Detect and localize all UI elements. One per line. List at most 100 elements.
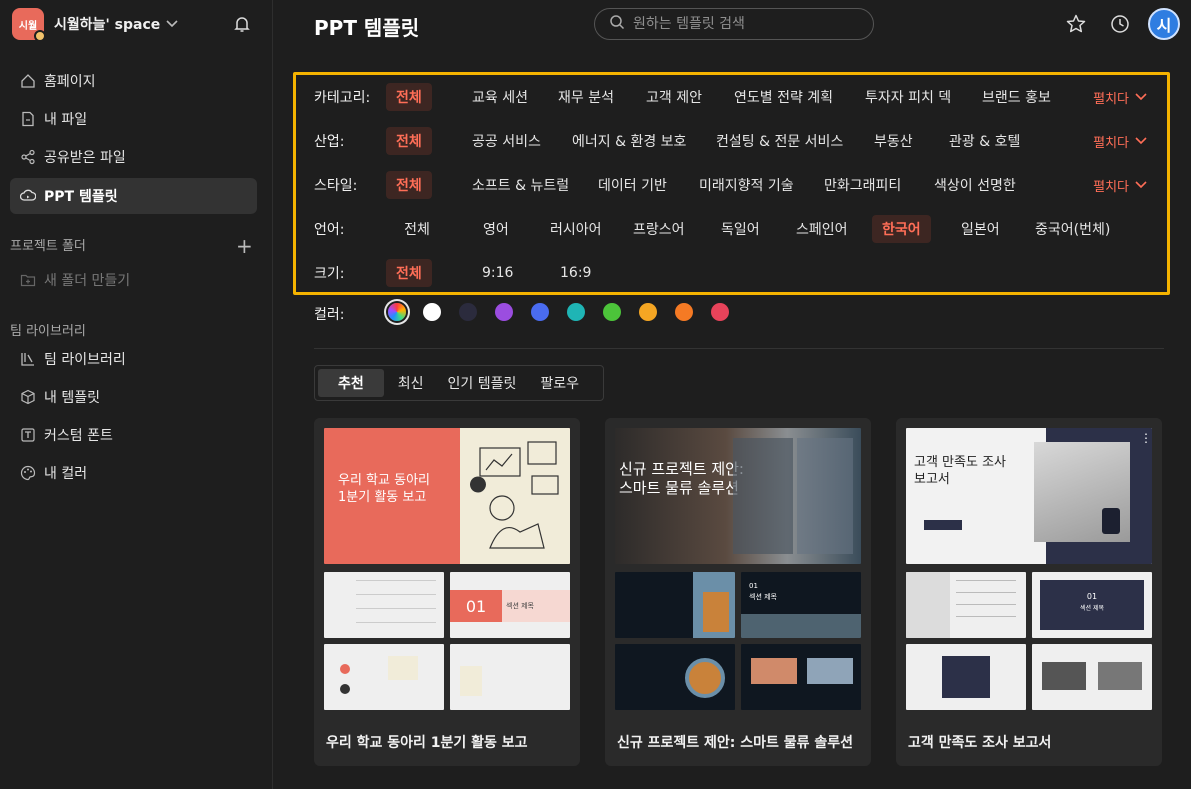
more-options-icon[interactable]: ⋮ bbox=[1140, 432, 1152, 450]
team-library-icon bbox=[20, 351, 36, 367]
add-folder-icon[interactable]: + bbox=[236, 234, 253, 258]
section-number: 01 bbox=[1086, 592, 1098, 601]
language-chip[interactable]: 독일어 bbox=[711, 215, 770, 243]
template-card[interactable]: 신규 프로젝트 제안: 스마트 물류 솔루션 01 섹션 제목 신규 프로젝트 bbox=[605, 418, 871, 766]
nav-my-color[interactable]: 내 컬러 bbox=[10, 455, 257, 491]
color-swatch-teal[interactable] bbox=[567, 303, 585, 321]
filter-row-size: 크기: 전체 9:16 16:9 bbox=[296, 257, 1167, 289]
category-chip-all[interactable]: 전체 bbox=[386, 83, 432, 111]
category-chip[interactable]: 고객 제안 bbox=[636, 83, 712, 111]
palette-icon bbox=[20, 465, 36, 481]
nav-team-library[interactable]: 팀 라이브러리 bbox=[10, 341, 257, 377]
nav-custom-font-label: 커스텀 폰트 bbox=[44, 428, 113, 444]
filter-row-style: 스타일: 전체 소프트 & 뉴트럴 데이터 기반 미래지향적 기술 만화그래피티… bbox=[296, 169, 1167, 201]
section-number: 01 bbox=[749, 582, 758, 590]
template-card[interactable]: 우리 학교 동아리 1분기 활동 보고 01 섹션 제목 우리 학교 동아리 1… bbox=[314, 418, 580, 766]
new-folder-button[interactable]: 새 폴더 만들기 bbox=[10, 262, 257, 298]
content-slide bbox=[741, 644, 861, 710]
content-slide bbox=[450, 644, 570, 710]
content-slide bbox=[906, 644, 1026, 710]
style-chip[interactable]: 데이터 기반 bbox=[588, 171, 677, 199]
color-label: 컬러: bbox=[314, 307, 345, 323]
category-chip[interactable]: 교육 세션 bbox=[462, 83, 538, 111]
team-library-heading: 팀 라이브러리 bbox=[10, 324, 86, 339]
category-expand-button[interactable]: 펼치다 bbox=[1093, 88, 1147, 107]
industry-expand-button[interactable]: 펼치다 bbox=[1093, 132, 1147, 151]
template-card[interactable]: 고객 만족도 조사 보고서 01 섹션 제목 고객 만족도 조사 보고서 bbox=[896, 418, 1162, 766]
color-swatch-purple[interactable] bbox=[495, 303, 513, 321]
nav-my-color-label: 내 컬러 bbox=[44, 466, 88, 482]
history-icon[interactable] bbox=[1109, 13, 1131, 35]
nav-my-files[interactable]: 내 파일 bbox=[10, 101, 257, 137]
style-chip[interactable]: 소프트 & 뉴트럴 bbox=[462, 171, 579, 199]
language-chip[interactable]: 일본어 bbox=[951, 215, 1010, 243]
filter-row-industry: 산업: 전체 공공 서비스 에너지 & 환경 보호 컨설팅 & 전문 서비스 부… bbox=[296, 125, 1167, 157]
industry-chip[interactable]: 관광 & 호텔 bbox=[939, 127, 1030, 155]
size-chip[interactable]: 9:16 bbox=[472, 259, 523, 287]
style-expand-button[interactable]: 펼치다 bbox=[1093, 176, 1147, 195]
space-initials: 시월 bbox=[18, 20, 38, 32]
style-chip[interactable]: 미래지향적 기술 bbox=[689, 171, 804, 199]
size-chip-all[interactable]: 전체 bbox=[386, 259, 432, 287]
space-avatar: 시월 bbox=[12, 8, 46, 42]
color-swatch-green[interactable] bbox=[603, 303, 621, 321]
search-input[interactable] bbox=[633, 16, 853, 32]
color-swatch-all[interactable] bbox=[388, 303, 406, 321]
industry-chip[interactable]: 공공 서비스 bbox=[462, 127, 551, 155]
star-icon[interactable] bbox=[1065, 13, 1087, 35]
industry-label: 산업: bbox=[314, 134, 345, 150]
search-icon bbox=[609, 14, 625, 34]
color-swatch-navy[interactable] bbox=[459, 303, 477, 321]
nav-shared-files[interactable]: 공유받은 파일 bbox=[10, 139, 257, 175]
cover-title: 우리 학교 동아리 1분기 활동 보고 bbox=[338, 473, 430, 505]
language-chip[interactable]: 스페인어 bbox=[786, 215, 858, 243]
section-label: 섹션 제목 bbox=[749, 593, 777, 601]
category-chip[interactable]: 브랜드 홍보 bbox=[972, 83, 1061, 111]
industry-chip[interactable]: 부동산 bbox=[864, 127, 923, 155]
size-chip[interactable]: 16:9 bbox=[550, 259, 601, 287]
color-swatch-yellow[interactable] bbox=[639, 303, 657, 321]
language-chip[interactable]: 중국어(번체) bbox=[1025, 215, 1120, 243]
sort-tabs: 추천 최신 인기 템플릿 팔로우 bbox=[314, 365, 604, 401]
color-swatch-red[interactable] bbox=[711, 303, 729, 321]
cover-slide: 우리 학교 동아리 1분기 활동 보고 bbox=[324, 428, 570, 564]
nav-shared-files-label: 공유받은 파일 bbox=[44, 150, 126, 166]
user-avatar[interactable]: 시 bbox=[1148, 8, 1180, 40]
main-content: PPT 템플릿 시 카테고리: 전체 교육 세션 재무 분석 고객 제안 연도별… bbox=[274, 0, 1191, 789]
tab-latest[interactable]: 최신 bbox=[388, 369, 434, 397]
search-box[interactable] bbox=[594, 8, 874, 40]
toc-slide bbox=[324, 572, 444, 638]
style-chip[interactable]: 만화그래피티 bbox=[814, 171, 911, 199]
color-swatch-white[interactable] bbox=[423, 303, 441, 321]
nav-ppt-template[interactable]: PPT 템플릿 bbox=[10, 178, 257, 214]
language-chip[interactable]: 러시아어 bbox=[540, 215, 612, 243]
language-chip[interactable]: 프랑스어 bbox=[623, 215, 695, 243]
size-label: 크기: bbox=[314, 266, 345, 282]
color-swatch-blue[interactable] bbox=[531, 303, 549, 321]
nav-home[interactable]: 홈페이지 bbox=[10, 63, 257, 99]
tab-following[interactable]: 팔로우 bbox=[530, 369, 589, 397]
space-switcher[interactable]: 시월 시월하늘' space bbox=[12, 8, 178, 42]
share-icon bbox=[20, 149, 36, 165]
style-chip[interactable]: 색상이 선명한 bbox=[924, 171, 1026, 199]
chevron-down-icon bbox=[1135, 137, 1147, 145]
color-swatch-orange[interactable] bbox=[675, 303, 693, 321]
nav-custom-font[interactable]: 커스텀 폰트 bbox=[10, 417, 257, 453]
nav-my-templates[interactable]: 내 템플릿 bbox=[10, 379, 257, 415]
toc-slide bbox=[615, 572, 735, 638]
industry-chip-all[interactable]: 전체 bbox=[386, 127, 432, 155]
category-chip[interactable]: 연도별 전략 계획 bbox=[724, 83, 843, 111]
language-chip[interactable]: 영어 bbox=[473, 215, 519, 243]
tab-popular[interactable]: 인기 템플릿 bbox=[438, 369, 527, 397]
industry-chip[interactable]: 에너지 & 환경 보호 bbox=[562, 127, 696, 155]
industry-chip[interactable]: 컨설팅 & 전문 서비스 bbox=[706, 127, 853, 155]
home-icon bbox=[20, 73, 36, 89]
category-chip[interactable]: 재무 분석 bbox=[548, 83, 624, 111]
style-chip-all[interactable]: 전체 bbox=[386, 171, 432, 199]
bell-icon[interactable] bbox=[232, 14, 252, 34]
language-chip-korean[interactable]: 한국어 bbox=[872, 215, 931, 243]
language-chip[interactable]: 전체 bbox=[386, 215, 448, 243]
category-chip[interactable]: 투자자 피치 덱 bbox=[855, 83, 961, 111]
toc-slide bbox=[906, 572, 1026, 638]
tab-recommended[interactable]: 추천 bbox=[318, 369, 384, 397]
